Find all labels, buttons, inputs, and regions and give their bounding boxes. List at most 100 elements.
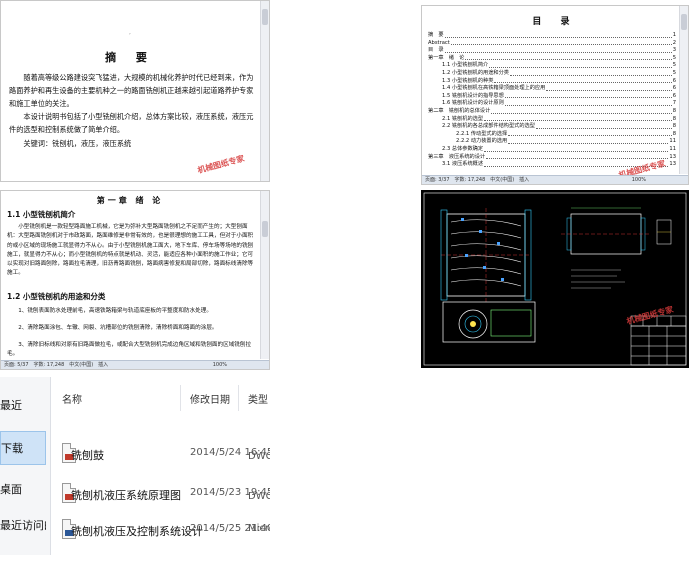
abstract-title: 摘 要 (105, 51, 155, 64)
toc-row[interactable]: 1.6 铣刨机设计的设计原则 7 (428, 100, 676, 108)
zoom-level[interactable]: 100% (632, 176, 646, 184)
toc-row[interactable]: Abstract 2 (428, 40, 676, 48)
toc-leader-dots (486, 154, 669, 160)
toc-row[interactable]: 2.1 铣刨机的选型 8 (428, 116, 676, 124)
abstract-paragraph-1: 随着高等级公路建设突飞猛进，大规模的机械化养护时代已经到来，作为路面养护和再生设… (9, 73, 254, 108)
status-text: 页面: 5/37 字数: 17,248 中文(中国) 插入 (4, 362, 109, 368)
file-name: 铣刨鼓 (71, 449, 104, 462)
toc-row[interactable]: 目 录 3 (428, 47, 676, 55)
toc-row[interactable]: 2.3 总体参数确定 11 (428, 146, 676, 154)
vertical-scrollbar[interactable] (679, 6, 688, 174)
page-header-mark: , (129, 29, 131, 36)
file-explorer-thumbnail: 最近 下载 桌面 最近访问的位置 名称 修改日期 类型 铣刨鼓 2014/5/2… (0, 377, 270, 555)
column-divider[interactable] (180, 385, 181, 411)
toc-leader-dots (508, 138, 669, 144)
toc-entry-page: 5 (672, 54, 676, 61)
toc-list: 摘 要 1 Abstract 2 目 录 3 第一章 绪 论 5 1.1 小型铣刨机简介 5 1.2… (428, 32, 676, 169)
toc-entry-page: 8 (672, 130, 676, 137)
watermark-logo: 机械图纸专家 (196, 153, 246, 176)
toc-row[interactable]: 第二章 铣刨机的总体设计 8 (428, 108, 676, 116)
word-status-bar: 页面: 3/37 字数: 17,248 中文(中国) 插入 100% (422, 175, 688, 184)
toc-row[interactable]: 摘 要 1 (428, 32, 676, 40)
toc-row[interactable]: 第三章 液压系统的设计 13 (428, 154, 676, 162)
section-text-1-2-item-3: 3、清除旧标线和对原有旧路面做拉毛，或配合大型铣刨机完成边角区域和铣刨面的区域铣… (7, 342, 252, 358)
file-type: Micros (248, 523, 270, 534)
toc-row[interactable]: 1.1 小型铣刨机简介 5 (428, 62, 676, 70)
toc-entry-page: 6 (672, 85, 676, 92)
explorer-nav-pane: 最近 下载 桌面 最近访问的位置 (0, 377, 51, 555)
toc-leader-dots (504, 100, 672, 106)
toc-leader-dots (494, 78, 672, 84)
abstract-paragraph-2: 本设计说明书包括了小型铣刨机介绍，总体方案比较，液压系统，液压元件的选型和控制系… (9, 112, 254, 134)
toc-leader-dots (509, 70, 672, 76)
cad-drawing-thumbnail: 机械图纸专家 (421, 190, 689, 368)
toc-leader-dots (546, 85, 672, 91)
nav-item-downloads[interactable]: 下载 (0, 431, 46, 465)
scroll-thumb[interactable] (262, 221, 268, 237)
column-header-name[interactable]: 名称 (62, 391, 82, 406)
toc-page-thumbnail: 目 录 摘 要 1 Abstract 2 目 录 3 第一章 绪 论 5 1.1 小型铣刨机简介… (421, 5, 689, 185)
milling-drum-drawing (423, 192, 687, 366)
toc-leader-dots (465, 55, 672, 61)
file-type: DWG 文 (248, 451, 270, 462)
column-header-date[interactable]: 修改日期 (190, 391, 230, 406)
toc-row[interactable]: 1.4 小型铣刨机在高铁箱梁顶面处理上的应用 6 (428, 85, 676, 93)
toc-entry-label: 2.2 铣刨机的各总成部件结构型式的选型 (442, 123, 535, 130)
toc-entry-page: 5 (672, 62, 676, 69)
vertical-scrollbar[interactable] (260, 1, 269, 181)
column-divider[interactable] (238, 385, 239, 411)
file-row[interactable]: 铣刨机液压系统原理图 2014/5/23 19:45 DWG 文 (58, 481, 270, 507)
section-heading-1-1: 1.1 小型铣刨机简介 (7, 210, 76, 219)
file-name: 铣刨机液压系统原理图 (71, 489, 181, 502)
toc-entry-label: 2.1 铣刨机的选型 (442, 115, 484, 122)
toc-leader-dots (491, 108, 672, 114)
nav-item-recent[interactable]: 最近 (0, 397, 46, 413)
file-row[interactable]: 铣刨鼓 2014/5/24 16:45 DWG 文 (58, 441, 270, 467)
scroll-thumb[interactable] (262, 9, 268, 25)
vertical-scrollbar[interactable] (260, 191, 269, 359)
toc-leader-dots (484, 146, 669, 152)
word-status-bar: 页面: 5/37 字数: 17,248 中文(中国) 插入 100% (1, 360, 269, 369)
toc-leader-dots (450, 40, 672, 46)
nav-item-recent-places[interactable]: 最近访问的位置 (0, 517, 46, 533)
column-header-type[interactable]: 类型 (248, 391, 268, 406)
toc-entry-page: 13 (669, 161, 676, 168)
toc-entry-label: 2.2.2 动力装置的选用 (456, 138, 508, 145)
toc-entry-label: 1.6 铣刨机设计的设计原则 (442, 100, 504, 107)
section-text-1-1: 小型铣刨机是一款轻型路面施工机械，它是为弥补大型路面铣刨机之不足而产生的；大型刨… (7, 224, 254, 277)
toc-row[interactable]: 1.2 小型铣刨机的用途和分类 5 (428, 70, 676, 78)
toc-entry-page: 6 (672, 77, 676, 84)
toc-leader-dots (508, 131, 672, 137)
toc-leader-dots (444, 47, 672, 53)
toc-leader-dots (484, 116, 672, 122)
file-row[interactable]: 铣刨机液压及控制系统设计 2014/5/25 21:40 Micros (58, 517, 270, 543)
toc-entry-page: 3 (672, 47, 676, 54)
toc-entry-label: 1.2 小型铣刨机的用途和分类 (442, 69, 509, 76)
toc-entry-page: 8 (672, 123, 676, 130)
toc-title: 目 录 (532, 17, 578, 27)
toc-entry-page: 5 (672, 69, 676, 76)
file-type: DWG 文 (248, 491, 270, 502)
toc-entry-page: 8 (672, 107, 676, 114)
toc-entry-page: 8 (672, 115, 676, 122)
zoom-level[interactable]: 100% (213, 361, 227, 369)
toc-leader-dots (489, 62, 672, 68)
toc-entry-label: 目 录 (428, 47, 444, 54)
toc-leader-dots (535, 123, 672, 129)
section-text-1-2-item-2: 2、清除路面涂包、车辙、网裂、坑槽部位的铣刨清除，清除桥面和路面的涂层。 (18, 325, 218, 331)
nav-item-desktop[interactable]: 桌面 (0, 481, 46, 497)
file-name: 铣刨机液压及控制系统设计 (71, 525, 203, 538)
abstract-keywords: 关键词：铣刨机，液压，液压系统 (23, 139, 132, 148)
toc-entry-label: 第三章 液压系统的设计 (428, 153, 486, 160)
toc-entry-label: 1.1 小型铣刨机简介 (442, 62, 489, 69)
chapter-title: 第一章 绪 论 (96, 196, 164, 205)
toc-row[interactable]: 2.2 铣刨机的各总成部件结构型式的选型 8 (428, 123, 676, 131)
toc-entry-page: 2 (672, 39, 676, 46)
toc-row[interactable]: 2.2.2 动力装置的选用 11 (428, 138, 676, 146)
toc-leader-dots (444, 32, 672, 38)
toc-entry-page: 11 (669, 138, 676, 145)
toc-leader-dots (504, 93, 672, 99)
scroll-thumb[interactable] (681, 14, 687, 30)
toc-entry-page: 1 (672, 32, 676, 38)
toc-entry-page: 7 (672, 100, 676, 107)
